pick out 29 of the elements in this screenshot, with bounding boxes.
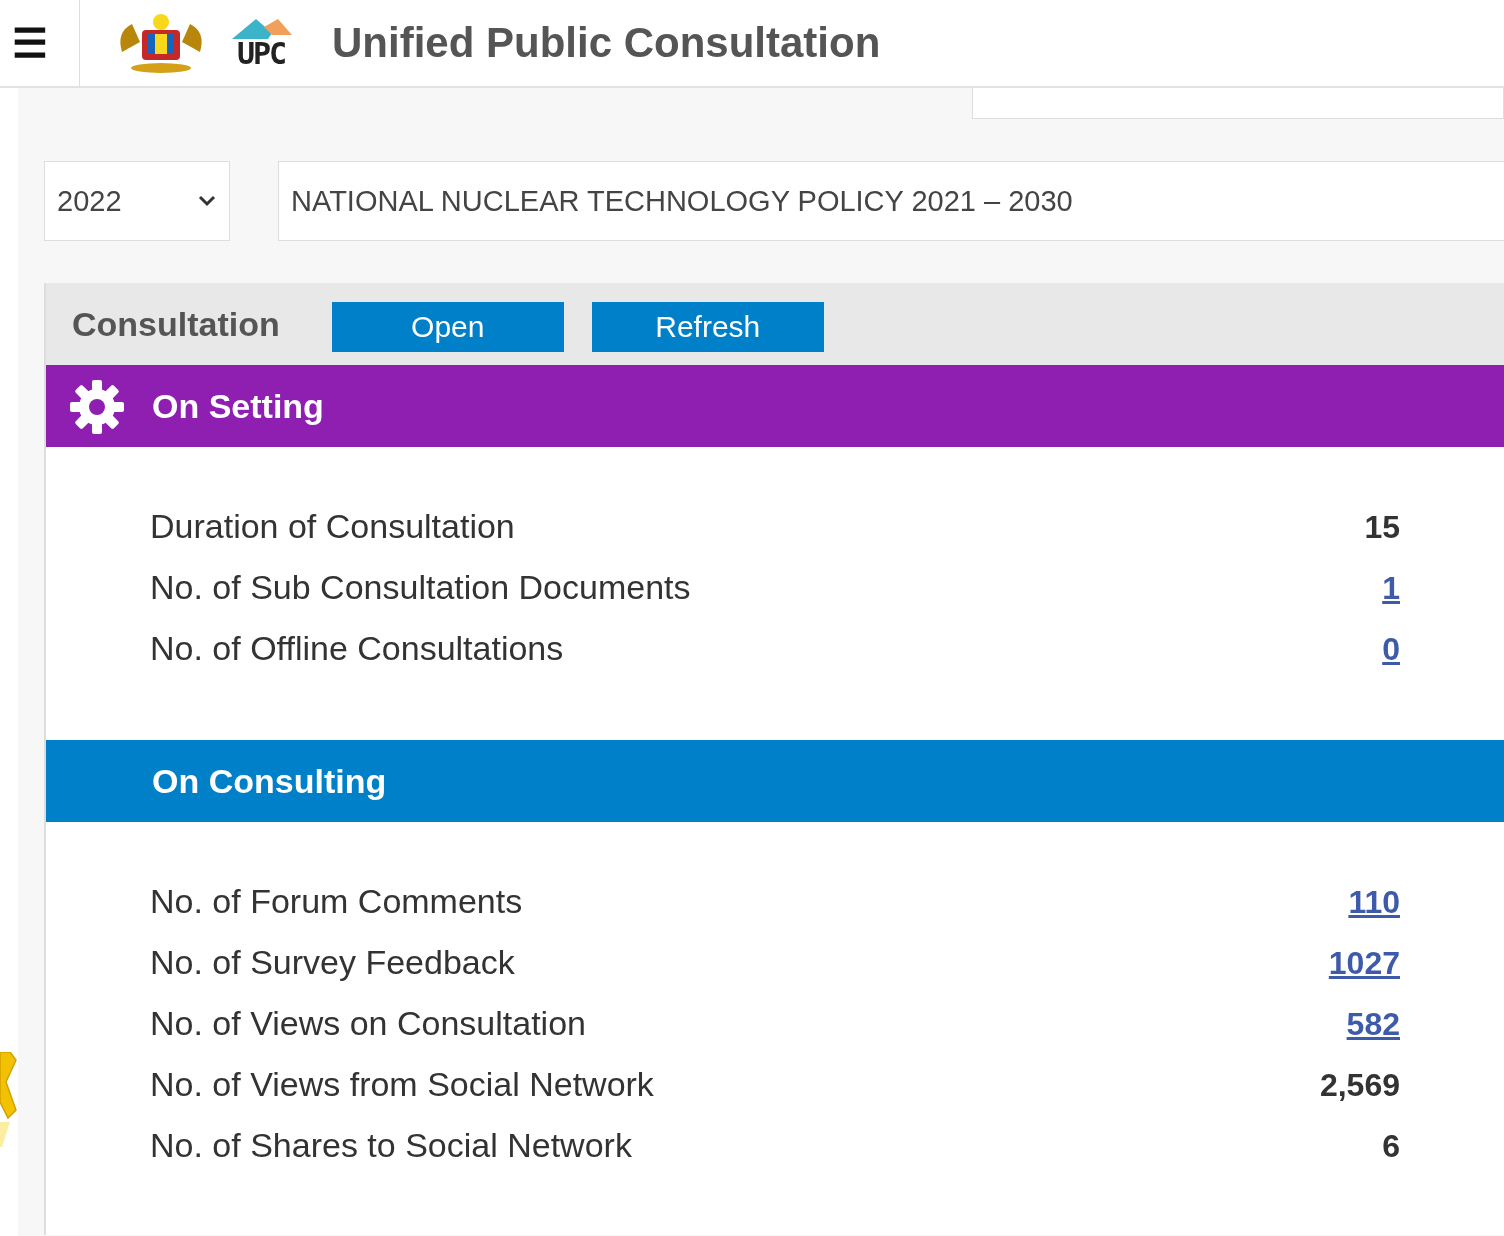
stat-label: No. of Forum Comments [150, 882, 523, 921]
stat-label: No. of Shares to Social Network [150, 1126, 632, 1165]
stat-label: Duration of Consultation [150, 507, 515, 546]
toolbar-button[interactable]: Open [331, 302, 564, 352]
stat-value: 6 [1382, 1128, 1400, 1165]
stat-value: 2,569 [1319, 1067, 1400, 1104]
text-field[interactable] [972, 88, 1504, 119]
stat-value: 15 [1364, 509, 1400, 546]
toolbar-label: Consultation [72, 304, 280, 344]
section-title: On Consulting [152, 761, 387, 801]
logo-text: UPC [236, 39, 286, 69]
stat-label: No. of Sub Consultation Documents [150, 568, 691, 607]
gear-icon [68, 378, 126, 436]
stat-label: No. of Survey Feedback [150, 943, 515, 982]
stat-label: No. of Offline Consultations [150, 629, 564, 668]
stat-label: No. of Views on Consultation [150, 1004, 586, 1043]
stat-label: No. of Views from Social Network [150, 1065, 654, 1104]
stat-link[interactable]: 110 [1348, 884, 1400, 921]
section-title: On Setting [152, 386, 324, 426]
app-title: Unified Public Consultation [332, 19, 881, 67]
stat-link[interactable]: 582 [1346, 1006, 1400, 1043]
menu-button[interactable]: ☰ [0, 0, 80, 86]
stat-link[interactable]: 1027 [1328, 945, 1400, 982]
stat-link[interactable]: 1 [1382, 570, 1400, 607]
toolbar-button[interactable]: Refresh [591, 302, 824, 352]
caret-icon [197, 195, 217, 207]
year-dropdown[interactable]: 2022 [44, 161, 230, 241]
stat-link[interactable]: 0 [1382, 631, 1400, 668]
policy-field[interactable]: NATIONAL NUCLEAR TECHNOLOGY POLICY 2021 – 2030 [278, 161, 1504, 241]
